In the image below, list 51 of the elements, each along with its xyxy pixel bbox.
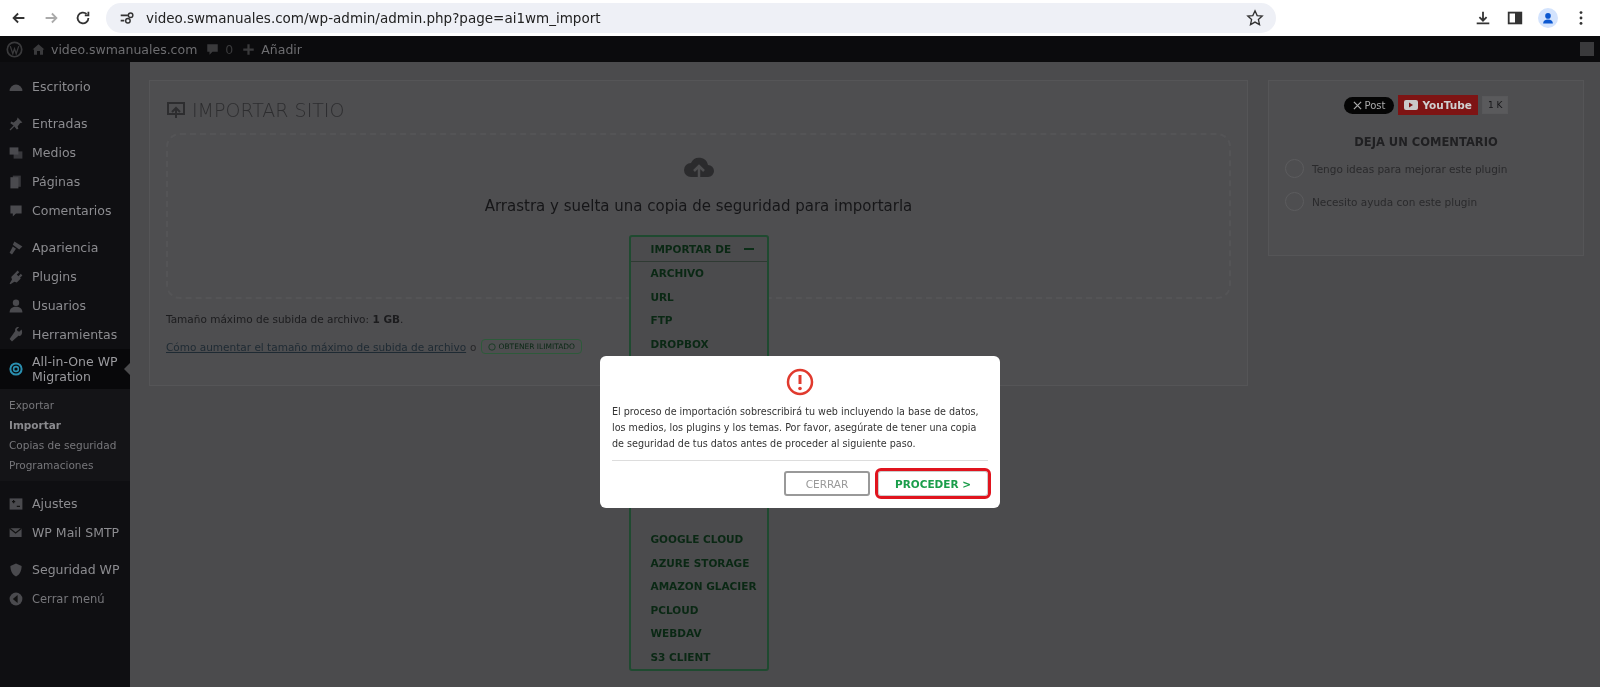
youtube-button[interactable]: YouTube [1398, 95, 1478, 115]
x-post-button[interactable]: Post [1343, 96, 1395, 114]
shield-icon [8, 561, 24, 578]
submenu-item[interactable]: Exportar [0, 395, 130, 415]
address-bar[interactable]: video.swmanuales.com/wp-admin/admin.php?page=ai1wm_import [106, 3, 1276, 33]
new-link[interactable]: Añadir [261, 41, 302, 57]
subscriber-count: 1 K [1481, 96, 1509, 114]
pages-icon [8, 173, 24, 190]
warning-message: El proceso de importación sobrescribirá tu web incluyendo la base de datos, los medios, los plugins y los temas. Por favor, asegúrate de tener una copia de seguridad de tus datos antes de proceder al siguiente paso. [612, 405, 980, 451]
site-settings-icon[interactable] [118, 9, 136, 27]
x-logo-icon [1352, 100, 1362, 110]
comment-icon [8, 202, 24, 219]
submenu-item[interactable]: Programaciones [0, 455, 130, 475]
dropzone-text: Arrastra y suelta una copia de seguridad para importarla [484, 197, 913, 215]
pin-icon [8, 115, 24, 132]
collapse-icon [8, 590, 24, 607]
profile-icon[interactable] [1538, 8, 1558, 28]
proceed-button[interactable]: PROCEDER > [878, 471, 988, 496]
sidebar-item[interactable]: Comentarios [0, 196, 130, 225]
url-text: video.swmanuales.com/wp-admin/admin.php?page=ai1wm_import [146, 10, 602, 26]
submenu-item[interactable]: Importar [0, 415, 130, 435]
reload-icon[interactable] [74, 9, 92, 27]
sidebar-item[interactable]: Medios [0, 138, 130, 167]
sidebar-item[interactable]: All-in-One WP Migration [0, 349, 130, 389]
close-button[interactable]: CERRAR [784, 471, 870, 496]
wrench-icon [8, 326, 24, 343]
import-icon [166, 100, 186, 120]
settings-icon [8, 495, 24, 512]
media-icon [8, 144, 24, 161]
sidebar-item[interactable]: Seguridad WP [0, 555, 130, 584]
sidebar-item[interactable]: Usuarios [0, 291, 130, 320]
info-icon [487, 342, 496, 351]
play-icon [1404, 100, 1419, 110]
sidebar-item[interactable]: Apariencia [0, 233, 130, 262]
sidebar-item[interactable]: Entradas [0, 109, 130, 138]
sidebar-item[interactable]: Ajustes [0, 489, 130, 518]
download-icon[interactable] [1474, 9, 1492, 27]
site-name-link[interactable]: video.swmanuales.com [51, 41, 198, 57]
star-icon[interactable] [1246, 9, 1264, 27]
sidebar-item[interactable]: WP Mail SMTP [0, 518, 130, 547]
sidebar-item[interactable]: Páginas [0, 167, 130, 196]
sidebar-item[interactable]: Cerrar menú [0, 584, 130, 613]
side-panel-icon[interactable] [1506, 9, 1524, 27]
user-icon [8, 297, 24, 314]
plug-icon [8, 268, 24, 285]
warning-icon [786, 368, 814, 396]
sidebar-item[interactable]: Plugins [0, 262, 130, 291]
brush-icon [8, 239, 24, 256]
sidebar-item[interactable]: Escritorio [0, 72, 130, 101]
submenu-item[interactable]: Copias de seguridad [0, 435, 130, 455]
sidebar-item[interactable]: Herramientas [0, 320, 130, 349]
